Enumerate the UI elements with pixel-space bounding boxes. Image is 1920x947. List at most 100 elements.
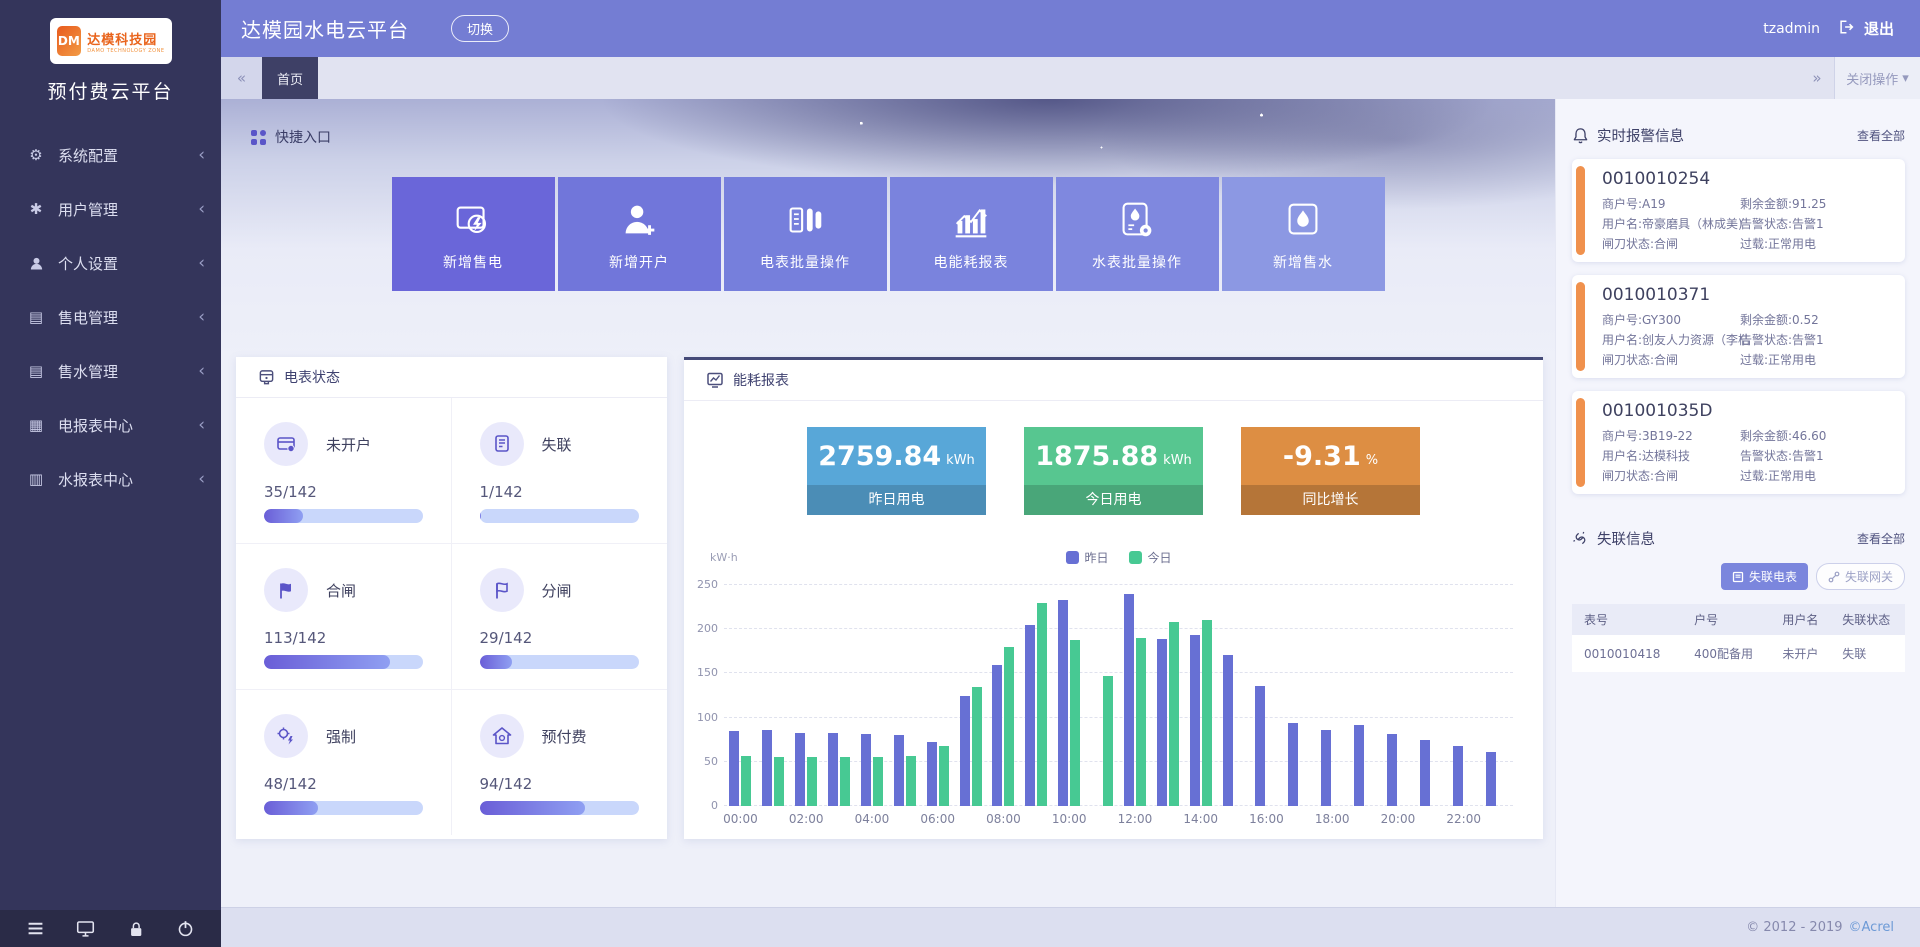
kpi-yesterday-usage: 2759.84 kWh 昨日用电 [807,427,986,515]
status-count: 48/142 [264,775,423,793]
alarm-card[interactable]: 001001035D 商户号:3B19-22 剩余金额:46.60 用户名:达模… [1572,391,1905,494]
sidebar-item-user-management[interactable]: ✱ 用户管理 ‹ [0,182,221,236]
alarm-accent-bar [1576,166,1585,255]
chart-bar-today [1136,638,1146,806]
alarm-balance: 剩余金额:46.60 [1740,427,1895,444]
chart-bar-yesterday [927,742,937,806]
alarms-title: 实时报警信息 [1597,125,1684,146]
alarm-switch-state: 闸刀状态:合闸 [1602,467,1740,484]
new-water-sale-button[interactable]: 新增售水 [1222,177,1385,291]
sidebar-utility-bar [0,910,221,947]
offline-meter-button[interactable]: 失联电表 [1721,563,1808,590]
y-axis-tick-label: 200 [690,622,718,635]
hamburger-menu-icon[interactable] [26,919,45,938]
x-axis-tick-label: 02:00 [789,812,824,826]
x-axis-tick-label: 14:00 [1183,812,1218,826]
sidebar-item-electric-sales[interactable]: ▤ 售电管理 ‹ [0,290,221,344]
logout-button[interactable]: 退出 [1864,18,1894,39]
chart-bar-yesterday [861,734,871,806]
grid-icon: ▦ [26,416,46,434]
x-axis-tick-label: 22:00 [1446,812,1481,826]
energy-report-button[interactable]: 电能耗报表 [890,177,1053,291]
sell-water-icon [1280,197,1326,243]
lock-icon[interactable] [127,920,145,938]
prepay-house-icon [480,714,524,758]
quick-entry-icon [251,130,266,145]
new-electric-sale-button[interactable]: 新增售电 [392,177,555,291]
offline-gateway-button[interactable]: 失联网关 [1816,563,1905,590]
x-axis-tick-label: 08:00 [986,812,1021,826]
chevron-left-icon: ‹ [198,363,205,380]
status-cell-not-opened: 未开户 35/142 [236,398,452,544]
alarm-state: 告警状态:告警1 [1740,447,1895,464]
copyright-text: © 2012 - 2019 [1746,920,1842,935]
gateway-small-icon [1828,571,1840,583]
chart-bar-today [873,757,883,807]
brand-link[interactable]: ©Acrel [1849,920,1894,935]
meter-batch-operations-button[interactable]: 电表批量操作 [724,177,887,291]
tab-home[interactable]: 首页 [262,57,318,99]
logo-tagline: DAMO TECHNOLOGY ZONE [87,48,164,54]
alarm-card[interactable]: 0010010254 商户号:A19 剩余金额:91.25 用户名:帝豪磨具（林… [1572,159,1905,262]
chart-bar-today [1103,676,1113,806]
quick-entry-title: 快捷入口 [275,127,331,147]
logo: DM 达模科技园 DAMO TECHNOLOGY ZONE [50,18,172,64]
bar-chart-icon [948,197,994,243]
progress-bar [264,655,423,669]
sidebar-item-electric-report-center[interactable]: ▦ 电报表中心 ‹ [0,398,221,452]
alarm-meter-number: 0010010254 [1602,169,1895,189]
dashboard-content: 快捷入口 新增售电 [221,99,1555,907]
alarm-state: 告警状态:告警1 [1740,215,1895,232]
x-axis-tick-label: 18:00 [1315,812,1350,826]
legend-yesterday[interactable]: 昨日 [1065,549,1108,566]
chart-bar-yesterday [762,730,772,806]
sidebar-item-label: 电报表中心 [58,415,133,436]
x-axis-tick-label: 04:00 [855,812,890,826]
status-count: 113/142 [264,629,423,647]
status-cell-forced: 强制 48/142 [236,690,452,835]
alarm-accent-bar [1576,282,1585,371]
water-meter-batch-button[interactable]: 水表批量操作 [1056,177,1219,291]
sidebar-item-personal-settings[interactable]: 个人设置 ‹ [0,236,221,290]
cell-account-number: 400配备用 [1682,635,1770,672]
user-icon [26,254,46,272]
sidebar-item-water-sales[interactable]: ▤ 售水管理 ‹ [0,344,221,398]
sidebar-item-system-config[interactable]: ⚙ 系统配置 ‹ [0,128,221,182]
tabs-expand-icon[interactable]: » [1800,57,1834,99]
logout-icon[interactable] [1838,19,1854,39]
table-icon: ▥ [26,470,46,488]
chart-bar-yesterday [1223,655,1233,806]
alarm-accent-bar [1576,398,1585,487]
energy-bar-chart: kW·h 昨日 今日 [724,549,1513,806]
meter-status-panel: 电表状态 未开户 35/142 [236,357,667,839]
chevron-left-icon: ‹ [198,471,205,488]
tabs-collapse-icon[interactable]: « [221,57,262,99]
power-icon[interactable] [176,919,195,938]
chart-bar-today [807,757,817,807]
offline-view-all-link[interactable]: 查看全部 [1857,530,1905,547]
chart-bar-yesterday [1486,752,1496,806]
offline-meter-icon [480,422,524,466]
chart-bar-yesterday [960,696,970,807]
chart-bar-today [1070,640,1080,806]
switch-button[interactable]: 切换 [451,15,509,42]
water-meter-gear-icon [1114,197,1160,243]
username[interactable]: tzadmin [1763,21,1820,37]
x-axis-tick-label: 06:00 [920,812,955,826]
col-account-number: 户号 [1682,604,1770,635]
chart-bar-yesterday [1058,600,1068,806]
offline-title: 失联信息 [1597,528,1655,549]
legend-today[interactable]: 今日 [1129,549,1172,566]
alarms-view-all-link[interactable]: 查看全部 [1857,127,1905,144]
close-operations-dropdown[interactable]: 关闭操作 ▾ [1834,57,1920,99]
chart-bar-today [774,757,784,806]
add-user-icon [616,197,662,243]
cell-user-name: 未开户 [1770,635,1830,672]
sidebar-item-water-report-center[interactable]: ▥ 水报表中心 ‹ [0,452,221,506]
new-account-button[interactable]: 新增开户 [558,177,721,291]
alarm-card[interactable]: 0010010371 商户号:GY300 剩余金额:0.52 用户名:创友人力资… [1572,275,1905,378]
monitor-icon[interactable] [76,919,95,938]
logo-title: 达模科技园 [87,29,164,48]
chart-bar-yesterday [1321,730,1331,806]
sidebar-item-label: 系统配置 [58,145,118,166]
